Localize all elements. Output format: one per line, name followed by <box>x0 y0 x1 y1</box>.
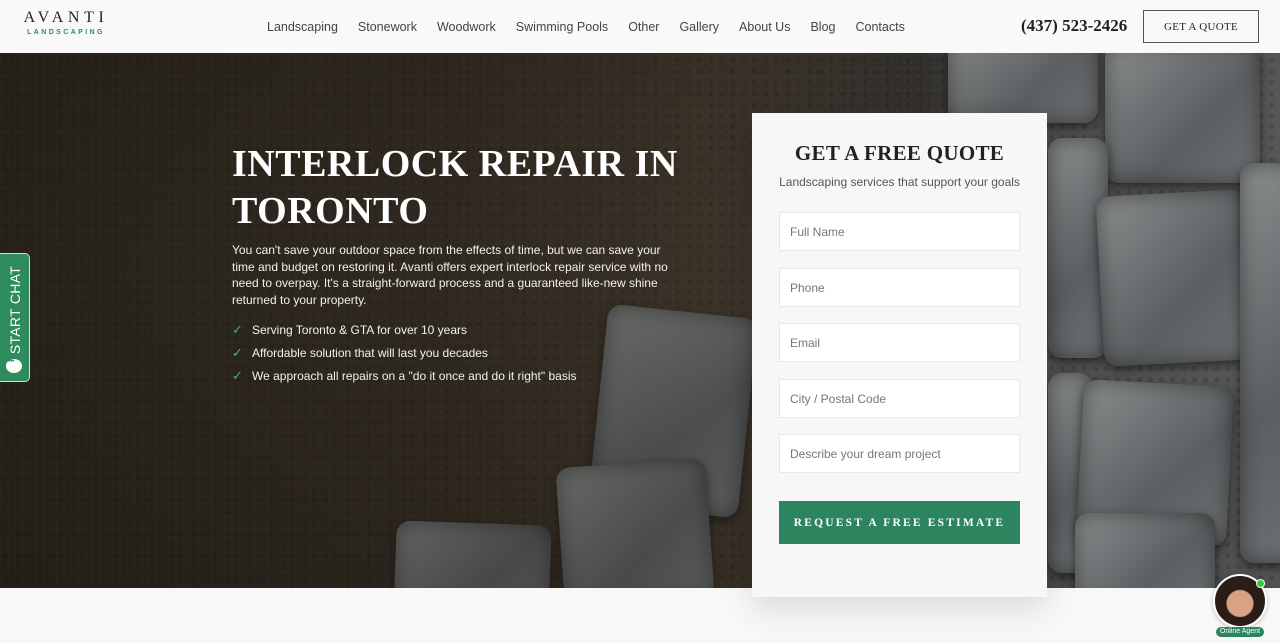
form-title: GET A FREE QUOTE <box>794 141 1005 165</box>
check-icon: ✓ <box>232 367 243 383</box>
start-chat-label: START CHAT <box>6 265 23 354</box>
get-quote-button[interactable]: GET A QUOTE <box>1143 10 1259 43</box>
nav-item-woodwork[interactable]: Woodwork <box>437 20 496 34</box>
site-header: AVANTI LANDSCAPING Landscaping Stonework… <box>0 0 1280 53</box>
nav-item-other[interactable]: Other <box>628 20 659 34</box>
hero-section: INTERLOCK REPAIR IN TORONTO You can't sa… <box>0 53 1280 588</box>
benefit-text: Serving Toronto & GTA for over 10 years <box>252 322 467 337</box>
online-status-icon <box>1256 579 1265 588</box>
quote-form: GET A FREE QUOTE Landscaping services th… <box>752 113 1047 597</box>
city-postal-input[interactable] <box>779 379 1020 418</box>
phone-input[interactable] <box>779 268 1020 307</box>
benefits-list: ✓ Serving Toronto & GTA for over 10 year… <box>232 318 577 387</box>
full-name-input[interactable] <box>779 212 1020 251</box>
project-description-input[interactable] <box>779 434 1020 473</box>
chat-bubble-icon <box>6 358 22 373</box>
hero-overlay <box>0 53 1280 588</box>
nav-item-swimming-pools[interactable]: Swimming Pools <box>516 20 608 34</box>
email-input[interactable] <box>779 323 1020 362</box>
list-item: ✓ Affordable solution that will last you… <box>232 341 577 364</box>
main-nav: Landscaping Stonework Woodwork Swimming … <box>257 0 915 53</box>
logo[interactable]: AVANTI LANDSCAPING <box>20 9 112 37</box>
check-icon: ✓ <box>232 321 243 337</box>
agent-label: Online Agent <box>1216 627 1264 637</box>
nav-item-stonework[interactable]: Stonework <box>358 20 417 34</box>
nav-item-contacts[interactable]: Contacts <box>856 20 905 34</box>
phone-link[interactable]: (437) 523-2426 <box>1021 16 1127 36</box>
check-icon: ✓ <box>232 344 243 360</box>
online-agent-widget[interactable]: Online Agent <box>1212 574 1268 643</box>
next-section <box>0 588 1280 643</box>
form-subtitle: Landscaping services that support your g… <box>779 175 1020 189</box>
nav-item-landscaping[interactable]: Landscaping <box>267 20 338 34</box>
nav-item-blog[interactable]: Blog <box>810 20 835 34</box>
request-estimate-button[interactable]: REQUEST A FREE ESTIMATE <box>779 501 1020 544</box>
logo-wordmark: AVANTI <box>23 9 109 26</box>
list-item: ✓ We approach all repairs on a "do it on… <box>232 364 577 387</box>
nav-item-about-us[interactable]: About Us <box>739 20 790 34</box>
list-item: ✓ Serving Toronto & GTA for over 10 year… <box>232 318 577 341</box>
nav-item-gallery[interactable]: Gallery <box>679 20 719 34</box>
start-chat-tab[interactable]: START CHAT <box>0 253 30 382</box>
logo-tagline: LANDSCAPING <box>27 29 105 36</box>
benefit-text: We approach all repairs on a "do it once… <box>252 368 577 383</box>
benefit-text: Affordable solution that will last you d… <box>252 345 488 360</box>
page-title: INTERLOCK REPAIR IN TORONTO <box>232 143 678 232</box>
hero-description: You can't save your outdoor space from t… <box>232 243 668 307</box>
